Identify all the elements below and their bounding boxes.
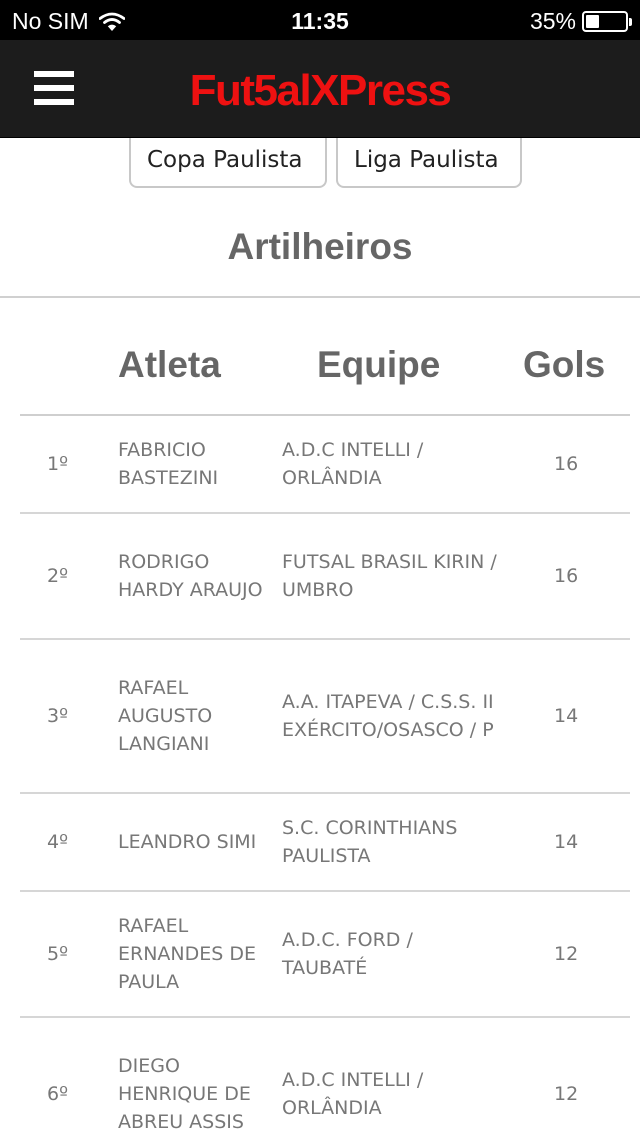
table-row: 1º FABRICIO BASTEZINI A.D.C INTELLI / OR… [20, 416, 630, 514]
table-row: 6º DIEGO HENRIQUE DE ABREU ASSIS A.D.C I… [20, 1018, 630, 1136]
battery-level [586, 15, 600, 28]
row-team: A.D.C. FORD / TAUBATÉ [282, 929, 413, 979]
row-position: 1º [47, 453, 69, 475]
title-divider [0, 296, 640, 298]
row-position: 2º [47, 565, 69, 587]
status-left: No SIM [12, 8, 125, 35]
row-team: A.A. ITAPEVA / C.S.S. II EXÉRCITO/OSASCO… [282, 691, 494, 741]
row-team: A.D.C INTELLI / ORLÂNDIA [282, 1069, 424, 1119]
table-row: 5º RAFAEL ERNANDES DE PAULA A.D.C. FORD … [20, 892, 630, 1018]
status-right: 35% [529, 8, 632, 35]
table-row: 4º LEANDRO SIMI S.C. CORINTHIANS PAULIST… [20, 794, 630, 892]
row-position: 5º [47, 943, 69, 965]
row-athlete: RAFAEL ERNANDES DE PAULA [118, 915, 257, 993]
row-goals: 16 [554, 453, 579, 475]
table-row: 3º RAFAEL AUGUSTO LANGIANI A.A. ITAPEVA … [20, 640, 630, 794]
row-goals: 16 [554, 565, 579, 587]
tab-copa-paulista[interactable]: Copa Paulista [129, 138, 327, 188]
row-goals: 12 [554, 943, 579, 965]
battery-percent: 35% [529, 8, 576, 34]
row-position: 6º [47, 1083, 69, 1105]
scorers-table: 1º FABRICIO BASTEZINI A.D.C INTELLI / OR… [20, 416, 630, 1136]
row-athlete: LEANDRO SIMI [118, 831, 257, 853]
row-position: 3º [47, 705, 69, 727]
row-athlete: DIEGO HENRIQUE DE ABREU ASSIS [118, 1055, 251, 1133]
table-row: 2º RODRIGO HARDY ARAUJO FUTSAL BRASIL KI… [20, 514, 630, 640]
carrier-label: No SIM [12, 8, 89, 34]
row-athlete: RODRIGO HARDY ARAUJO [118, 551, 263, 601]
row-athlete: FABRICIO BASTEZINI [118, 439, 219, 489]
row-team: S.C. CORINTHIANS PAULISTA [282, 817, 458, 867]
column-header-atleta: Atleta [118, 344, 221, 385]
row-athlete: RAFAEL AUGUSTO LANGIANI [118, 677, 213, 755]
row-goals: 14 [554, 831, 579, 853]
battery-icon [582, 11, 632, 32]
page-title: Artilheiros [227, 226, 413, 267]
table-header: Atleta Equipe Gols [20, 330, 630, 416]
row-goals: 14 [554, 705, 579, 727]
app-logo: Fut5alXPress [189, 66, 452, 115]
row-team: FUTSAL BRASIL KIRIN / UMBRO [282, 551, 497, 601]
hamburger-menu-icon[interactable] [34, 71, 74, 105]
column-header-equipe: Equipe [317, 344, 441, 385]
row-goals: 12 [554, 1083, 579, 1105]
tab-liga-paulista[interactable]: Liga Paulista [336, 138, 522, 188]
row-position: 4º [47, 831, 69, 853]
competition-tabs: Copa Paulista Liga Paulista [129, 138, 531, 188]
navbar: Fut5alXPress [0, 40, 640, 138]
column-header-gols: Gols [523, 344, 606, 385]
wifi-icon [98, 12, 125, 31]
status-bar: No SIM 11:35 35% [0, 0, 640, 40]
row-team: A.D.C INTELLI / ORLÂNDIA [282, 439, 424, 489]
